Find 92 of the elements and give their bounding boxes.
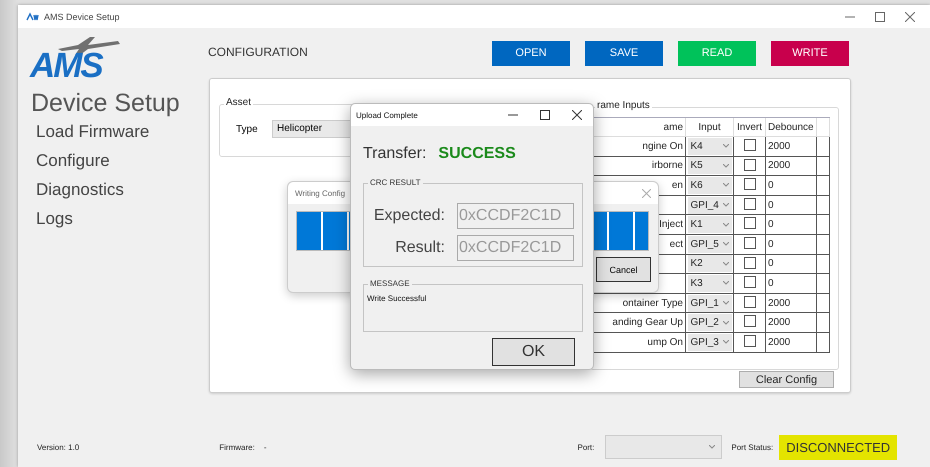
invert-checkbox[interactable] xyxy=(744,139,756,151)
invert-checkbox[interactable] xyxy=(744,178,756,190)
group-legend: MESSAGE xyxy=(368,279,412,288)
input-dropdown[interactable]: GPI_1 xyxy=(688,294,732,312)
cancel-button[interactable]: Cancel xyxy=(596,257,651,282)
caret-icon xyxy=(722,301,728,306)
table-cell: irborne xyxy=(652,160,683,172)
action-button[interactable]: WRITE xyxy=(771,40,849,66)
firmware-label: Firmware: xyxy=(219,442,255,452)
table-cell: 2000 xyxy=(766,332,817,352)
ok-button[interactable]: OK xyxy=(492,338,575,366)
table-cell: 0 xyxy=(766,196,817,214)
input-dropdown[interactable]: GPI_5 xyxy=(688,236,732,253)
field-label: Expected: xyxy=(374,207,445,225)
invert-checkbox[interactable] xyxy=(744,296,756,308)
table-cell: Inject xyxy=(659,219,683,230)
caret-icon xyxy=(722,262,728,266)
transfer-status: SUCCESS xyxy=(438,145,516,163)
group-legend: CRC RESULT xyxy=(368,178,423,187)
nav-item[interactable]: Diagnostics xyxy=(36,175,208,204)
table-cell: 2000 xyxy=(766,313,817,332)
input-dropdown[interactable]: K5 xyxy=(688,157,732,174)
port-status-label: Port Status: xyxy=(731,442,774,452)
caret-icon xyxy=(722,144,728,148)
invert-checkbox[interactable] xyxy=(744,198,756,210)
port-status: DISCONNECTED xyxy=(779,434,898,460)
input-dropdown[interactable]: K6 xyxy=(688,176,732,194)
table-cell: 2000 xyxy=(766,137,817,156)
input-dropdown[interactable]: GPI_3 xyxy=(688,334,732,351)
message-text: Write Successful xyxy=(367,294,428,303)
version-label: Version: 1.0 xyxy=(37,442,80,452)
caret-icon xyxy=(709,445,716,449)
caret-icon xyxy=(722,242,728,246)
caret-icon xyxy=(722,164,728,168)
field-label: Type xyxy=(236,124,259,134)
nav-item[interactable]: Load Firmware xyxy=(36,117,208,146)
invert-checkbox[interactable] xyxy=(744,256,756,269)
table-cell: 0 xyxy=(766,176,817,195)
logo-text: AMS xyxy=(30,51,102,81)
column-header: Input xyxy=(686,118,734,136)
dialog-title: Upload Complete xyxy=(356,110,418,120)
caret-icon xyxy=(722,320,728,325)
table-cell: anding Gear Up xyxy=(612,317,683,328)
input-dropdown[interactable]: K2 xyxy=(688,255,732,272)
nav-item[interactable]: Logs xyxy=(36,204,208,233)
clear-config-button[interactable]: Clear Config xyxy=(739,371,834,388)
group-legend: Asset xyxy=(224,97,254,108)
table-cell: ontainer Type xyxy=(622,298,683,309)
action-button[interactable]: OPEN xyxy=(492,40,570,66)
input-dropdown[interactable]: K1 xyxy=(688,216,732,234)
invert-checkbox[interactable] xyxy=(744,334,756,347)
action-button[interactable]: SAVE xyxy=(585,40,663,66)
firmware-value: - xyxy=(264,442,266,452)
table-cell: ngine On xyxy=(642,140,683,152)
caret-icon xyxy=(722,281,728,286)
input-dropdown[interactable]: K4 xyxy=(688,138,732,155)
close-icon[interactable] xyxy=(572,110,582,120)
maximize-icon[interactable] xyxy=(540,110,550,120)
table-cell: ect xyxy=(670,238,683,250)
table-cell: ump On xyxy=(647,336,683,348)
table-cell: 2000 xyxy=(766,156,817,176)
close-icon[interactable] xyxy=(905,12,915,22)
dialog-title: Writing Config xyxy=(295,188,346,198)
input-dropdown[interactable]: GPI_4 xyxy=(688,196,732,214)
invert-checkbox[interactable] xyxy=(744,158,756,171)
maximize-icon[interactable] xyxy=(875,12,885,22)
input-dropdown[interactable]: K3 xyxy=(688,274,732,292)
field-label: Result: xyxy=(395,239,445,257)
invert-checkbox[interactable] xyxy=(744,236,756,249)
group-legend: rame Inputs xyxy=(595,100,652,111)
invert-checkbox[interactable] xyxy=(744,315,756,328)
table-cell: 2000 xyxy=(766,294,817,312)
page-title: CONFIGURATION xyxy=(208,45,308,59)
table-cell: 0 xyxy=(766,254,817,274)
invert-checkbox[interactable] xyxy=(744,276,756,288)
table-cell: 0 xyxy=(766,215,817,234)
column-header: Invert xyxy=(734,118,766,136)
app-subtitle: Device Setup xyxy=(31,89,181,117)
table-cell: en xyxy=(672,180,683,191)
table-cell: 0 xyxy=(766,234,817,254)
window-title: AMS Device Setup xyxy=(44,12,120,22)
input-dropdown[interactable]: GPI_2 xyxy=(688,314,732,332)
caret-icon xyxy=(722,222,728,227)
column-header: Debounce xyxy=(766,118,817,136)
nav-item[interactable]: Configure xyxy=(36,146,208,175)
table-cell: 0 xyxy=(766,274,817,293)
port-label: Port: xyxy=(577,442,594,452)
caret-icon xyxy=(722,340,728,344)
transfer-label: Transfer: xyxy=(363,145,426,163)
invert-checkbox[interactable] xyxy=(744,217,756,230)
caret-icon xyxy=(722,183,728,188)
caret-icon xyxy=(722,203,728,208)
